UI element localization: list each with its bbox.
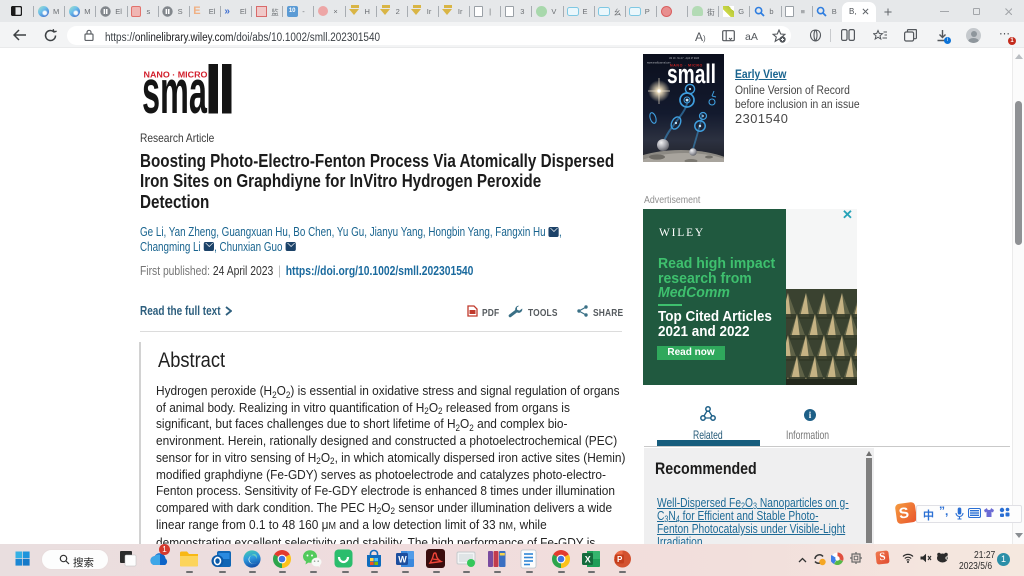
svg-text:W: W [398, 555, 407, 565]
svg-text:sma: sma [142, 62, 207, 114]
svg-text:X: X [585, 555, 591, 565]
svg-text:P: P [617, 555, 623, 564]
